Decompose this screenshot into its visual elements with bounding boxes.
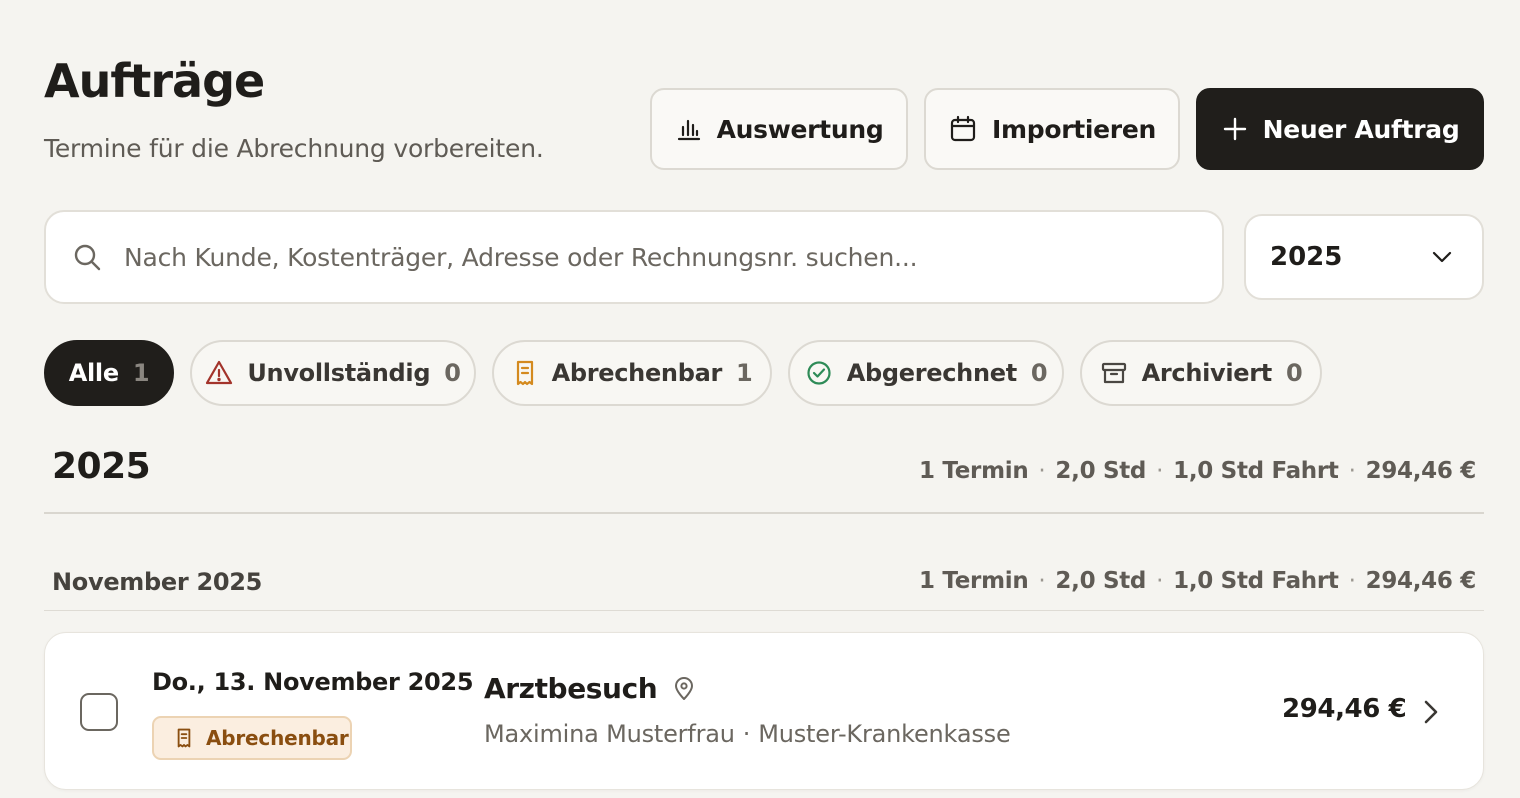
appointment-customer: Maximina Musterfrau [484,720,735,748]
auswertung-label: Auswertung [716,114,884,144]
filter-chip-alle[interactable]: Alle 1 [44,340,174,406]
filter-label: Alle [68,359,119,387]
filter-count: 1 [132,359,150,387]
filter-chip-unvollstaendig[interactable]: Unvollständig 0 [190,340,476,406]
filter-count: 0 [444,359,461,387]
appointment-subtitle: Maximina Musterfrau · Muster-Krankenkass… [484,720,1011,748]
filter-label: Archiviert [1141,359,1273,387]
status-badge: Abrechenbar [152,716,352,760]
year-select[interactable]: 2025 [1244,214,1484,300]
filter-chip-abgerechnet[interactable]: Abgerechnet 0 [788,340,1064,406]
summary-separator: · [1348,458,1356,484]
search-icon [74,244,101,271]
summary-total: 294,46 € [1365,568,1477,594]
appointment-separator: · [742,720,751,748]
year-group-summary: 1 Termin · 2,0 Std · 1,0 Std Fahrt · 294… [919,458,1476,484]
chevron-down-icon [1432,251,1452,263]
chevron-right-icon[interactable] [1420,698,1442,726]
filter-chip-archiviert[interactable]: Archiviert 0 [1080,340,1322,406]
summary-separator: · [1156,458,1164,484]
page-title: Aufträge [44,54,265,108]
receipt-icon [177,728,191,748]
warning-icon [206,360,233,385]
plus-icon [1223,117,1246,141]
new-order-button[interactable]: Neuer Auftrag [1196,88,1484,170]
filter-chip-abrechenbar[interactable]: Abrechenbar 1 [492,340,772,406]
import-button[interactable]: Importieren [924,88,1180,170]
appointment-date: Do., 13. November 2025 [152,668,474,696]
filter-label: Unvollständig [247,359,431,387]
filter-count: 0 [1286,359,1303,387]
month-divider [44,610,1484,611]
auswertung-button[interactable]: Auswertung [650,88,908,170]
month-group-heading: November 2025 [52,568,263,596]
summary-travel: 1,0 Std Fahrt [1173,568,1339,594]
appointment-payer: Muster-Krankenkasse [758,720,1011,748]
summary-total: 294,46 € [1365,458,1477,484]
appointment-title-text: Arztbesuch [484,672,658,705]
new-order-label: Neuer Auftrag [1262,114,1460,144]
filter-label: Abgerechnet [846,359,1017,387]
filter-count: 1 [736,359,753,387]
summary-separator: · [1348,568,1356,594]
bar-chart-icon [677,119,700,141]
filter-count: 0 [1030,359,1048,387]
summary-travel: 1,0 Std Fahrt [1173,458,1339,484]
year-select-value: 2025 [1270,242,1343,272]
search-box[interactable] [44,210,1224,304]
summary-separator: · [1156,568,1164,594]
summary-separator: · [1038,568,1046,594]
appointment-amount: 294,46 € [1282,694,1407,724]
appointment-title: Arztbesuch [484,672,695,705]
map-pin-icon [675,676,694,700]
summary-separator: · [1038,458,1046,484]
year-divider [44,512,1484,514]
summary-hours: 2,0 Std [1055,568,1147,594]
filter-label: Abrechenbar [551,359,723,387]
check-circle-icon [807,361,831,385]
search-input[interactable] [124,242,1174,272]
summary-termine: 1 Termin [918,458,1029,484]
status-badge-label: Abrechenbar [206,726,349,750]
import-label: Importieren [991,114,1156,144]
month-group-summary: 1 Termin · 2,0 Std · 1,0 Std Fahrt · 294… [919,568,1476,594]
page-subtitle: Termine für die Abrechnung vorbereiten. [44,134,544,163]
calendar-icon [950,115,976,142]
summary-hours: 2,0 Std [1055,458,1147,484]
year-group-heading: 2025 [52,446,151,487]
archive-icon [1101,362,1126,384]
appointment-card[interactable] [44,632,1484,790]
appointment-checkbox[interactable] [80,693,118,731]
summary-termine: 1 Termin [918,568,1029,594]
receipt-icon [516,360,533,386]
